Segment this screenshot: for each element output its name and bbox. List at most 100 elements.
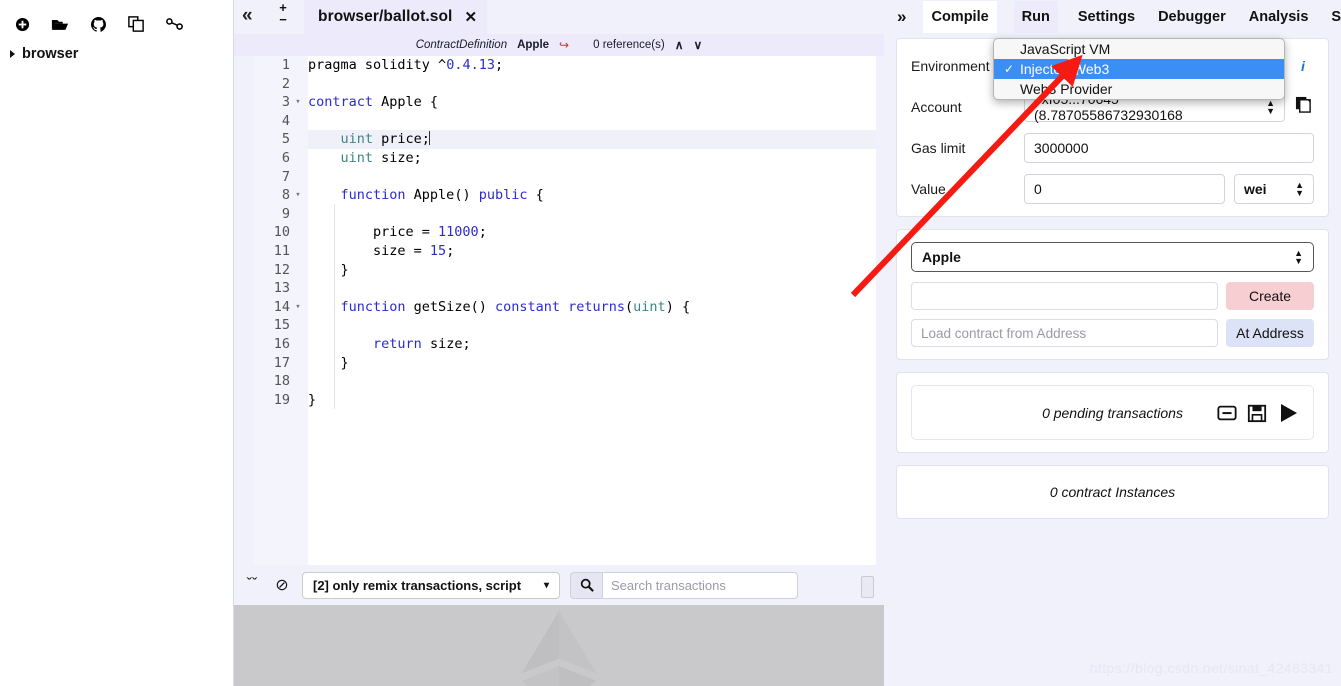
search-transactions-input[interactable] [602,571,798,599]
chevron-right-icon [10,50,15,58]
contract-select[interactable]: Apple ▲ ▼ [911,242,1314,272]
code-token: getSize() [405,298,495,315]
save-icon[interactable] [1247,403,1267,423]
code-line: 14 ▾ function getSize() constant returns(… [274,298,876,317]
at-address-row: At Address [911,319,1314,347]
chevron-updown-icon: ▲ ▼ [1294,248,1303,266]
tab-analysis[interactable]: Analysis [1246,2,1312,32]
code-fold-icon[interactable]: ▾ [293,298,303,317]
line-number: 10 [273,224,290,241]
code-line: 4 [282,112,876,131]
dropdown-option-web3-provider[interactable]: Web3 Provider [994,79,1284,99]
context-definition-bar: ContractDefinition Apple ↪ 0 reference(s… [234,34,884,56]
code-token: size = [308,242,430,259]
module-tabs: » Compile Run Settings Debugger Analysis… [884,0,1341,34]
code-token: function [340,298,406,315]
minus-box-icon[interactable] [1217,403,1237,423]
transaction-filter-select[interactable]: [2] only remix transactions, script ▾ [302,571,560,599]
gas-limit-input[interactable] [1024,133,1314,163]
code-line: 8 ▾ function Apple() public { [282,186,876,205]
line-number: 7 [281,168,290,185]
value-row: Value wei ▲▼ [911,174,1314,204]
link-icon[interactable] [164,14,184,34]
tab-support[interactable]: Support [1328,2,1341,32]
value-unit-select[interactable]: wei ▲ ▼ [1234,174,1314,204]
close-icon[interactable]: ✕ [464,8,477,26]
pending-transactions-label: 0 pending transactions [1042,404,1183,421]
collapse-panel-icon[interactable]: « [242,5,253,27]
watermark-text: https://blog.csdn.net/sinat_42483341 [1089,660,1333,676]
dropdown-option-label: Web3 Provider [1020,81,1113,97]
gas-limit-row: Gas limit [911,133,1314,163]
at-address-button[interactable]: At Address [1226,319,1314,347]
file-tree-root-label: browser [22,46,79,62]
value-input[interactable] [1024,174,1225,204]
info-icon[interactable]: i [1292,58,1314,74]
font-decrease-icon[interactable]: − [274,13,292,26]
clear-console-icon[interactable]: ⊘ [272,575,292,595]
jump-to-definition-icon[interactable]: ↪ [559,38,569,52]
editor-tab-ballot-sol[interactable]: browser/ballot.sol ✕ [304,0,488,34]
line-number: 12 [273,261,290,278]
open-folder-icon[interactable] [50,14,70,34]
line-number: 17 [273,354,290,371]
previous-reference-icon[interactable]: ∧ [675,38,684,52]
code-token: 15 [429,242,447,259]
account-label: Account [911,99,962,115]
collapse-terminal-icon[interactable]: ˇˇ [242,576,262,594]
file-tree-root-browser[interactable]: browser [0,38,233,62]
editor-tab-label: browser/ballot.sol [318,8,453,25]
code-line: 11 size = 15; [274,242,876,261]
terminal-output-area [234,605,884,686]
code-line: 9 [282,205,876,224]
line-number: 1 [281,57,290,73]
code-token: 0.4.13 [446,57,495,73]
code-token: 11000 [438,224,479,241]
code-token: ; [478,224,487,241]
new-file-icon[interactable] [12,14,32,34]
dropdown-option-label: JavaScript VM [1020,41,1111,57]
environment-dropdown-menu[interactable]: JavaScript VM ✓ Injected Web3 Web3 Provi… [993,38,1285,100]
code-token: size; [373,149,422,166]
code-line: 1 pragma solidity ^0.4.13; [282,56,876,75]
tab-debugger[interactable]: Debugger [1155,2,1229,32]
tab-compile[interactable]: Compile [923,1,997,33]
dropdown-option-injected-web3[interactable]: ✓ Injected Web3 [994,59,1284,79]
code-line: 19} [274,391,876,410]
code-token: } [308,391,317,408]
code-fold-icon[interactable]: ▾ [293,93,303,112]
code-content[interactable]: 1 pragma solidity ^0.4.13; 2 3 ▾ contract App… [274,56,876,565]
tab-run[interactable]: Run [1013,1,1058,33]
terminal-resize-handle[interactable] [861,576,874,598]
copy-account-icon[interactable] [1292,96,1314,118]
code-line: 13 [274,279,876,298]
load-contract-address-input[interactable] [911,319,1218,347]
play-icon[interactable] [1277,402,1299,424]
file-explorer-toolbar [0,0,233,38]
expand-tabs-icon[interactable]: » [897,7,906,27]
code-fold-icon[interactable]: ▾ [293,186,303,205]
code-token: uint [340,149,374,166]
font-size-controls[interactable]: + − [274,1,292,26]
editor-column: « + − browser/ballot.sol ✕ ContractDefin… [234,0,884,686]
transaction-search-group [570,571,798,599]
create-button[interactable]: Create [1226,282,1314,310]
github-icon[interactable] [88,14,108,34]
code-line: 6 uint size; [282,149,876,168]
code-editor[interactable]: 1 pragma solidity ^0.4.13; 2 3 ▾ contract App… [234,56,884,565]
chevron-updown-icon: ▲ ▼ [1295,180,1304,198]
code-line: 17 } [274,354,876,373]
code-line: 7 [282,168,876,187]
code-token: public [478,187,528,204]
context-name-label: Apple [517,39,550,51]
next-reference-icon[interactable]: ∨ [694,38,703,52]
tab-settings[interactable]: Settings [1075,2,1138,32]
dropdown-option-javascript-vm[interactable]: JavaScript VM [994,39,1284,59]
line-number: 6 [281,149,290,166]
search-icon[interactable] [570,571,602,599]
line-number: 19 [273,391,290,408]
constructor-args-input[interactable] [911,282,1218,310]
copy-files-icon[interactable] [126,14,146,34]
